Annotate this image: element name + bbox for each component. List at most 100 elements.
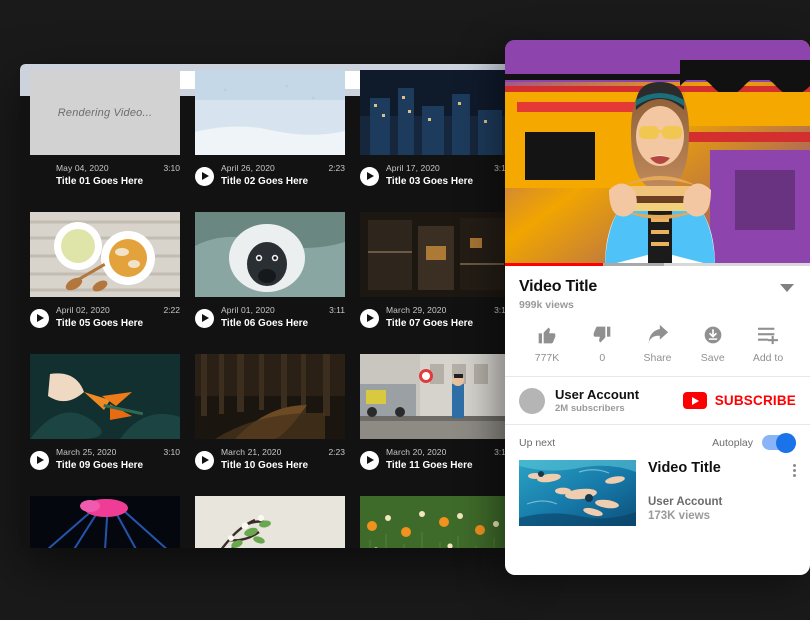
video-card-text: March 21, 2020 2:23 Title 10 Goes Here	[221, 447, 345, 471]
video-card-text: April 02, 2020 2:22 Title 05 Goes Here	[56, 305, 180, 329]
up-next-thumbnail[interactable]	[519, 460, 636, 526]
save-action[interactable]: Save	[687, 323, 739, 364]
video-card-text: March 20, 2020 3:11 Title 11 Goes Here	[386, 447, 510, 471]
add-to-action[interactable]: Add to	[742, 323, 794, 364]
action-label: Add to	[752, 352, 784, 364]
video-views: 999k views	[519, 299, 574, 311]
video-card[interactable]: April 17, 2020 3:11 Title 03 Goes Here	[360, 70, 512, 187]
video-card-subline: April 02, 2020 2:22	[56, 305, 180, 315]
autoplay-label: Autoplay	[712, 436, 753, 449]
video-date: March 29, 2020	[386, 305, 447, 315]
video-card-meta: April 02, 2020 2:22 Title 05 Goes Here	[30, 305, 180, 329]
video-card-text: April 17, 2020 3:11 Title 03 Goes Here	[386, 163, 510, 187]
video-card-title: Title 10 Goes Here	[221, 460, 309, 471]
video-card[interactable]: April 26, 2020 2:23 Title 02 Goes Here	[195, 70, 360, 187]
autoplay-control: Autoplay	[712, 432, 796, 453]
video-thumbnail[interactable]	[360, 496, 510, 548]
video-card-text: March 29, 2020 3:11 Title 07 Goes Here	[386, 305, 510, 329]
video-card-title: Title 06 Goes Here	[221, 318, 309, 329]
play-icon[interactable]	[30, 451, 49, 470]
save-icon	[703, 323, 723, 347]
video-thumbnail[interactable]	[195, 496, 345, 548]
video-thumbnail[interactable]	[195, 212, 345, 297]
video-card-meta: April 17, 2020 3:11 Title 03 Goes Here	[360, 163, 510, 187]
video-card[interactable]	[30, 496, 195, 548]
chevron-down-icon[interactable]	[780, 284, 794, 292]
video-thumbnail[interactable]	[30, 212, 180, 297]
video-card[interactable]: April 02, 2020 2:22 Title 05 Goes Here	[30, 212, 195, 329]
youtube-play-icon	[682, 392, 707, 409]
thumbs-up-icon	[537, 323, 557, 347]
video-thumbnail[interactable]	[360, 212, 510, 297]
play-icon[interactable]	[195, 451, 214, 470]
play-icon[interactable]	[195, 167, 214, 186]
action-label: Save	[700, 352, 725, 364]
video-thumbnail[interactable]: Rendering Video...	[30, 70, 180, 155]
play-icon[interactable]	[30, 309, 49, 328]
video-card[interactable]: Rendering Video... May 04, 2020 3:10 Title …	[30, 70, 195, 187]
video-date: April 26, 2020	[221, 163, 275, 173]
video-player[interactable]	[505, 40, 810, 266]
video-thumbnail[interactable]	[30, 496, 180, 548]
video-card-meta: March 20, 2020 3:11 Title 11 Goes Here	[360, 447, 510, 471]
video-card-meta: March 25, 2020 3:10 Title 09 Goes Here	[30, 447, 180, 471]
video-card-text: May 04, 2020 3:10 Title 01 Goes Here	[56, 163, 180, 187]
avatar[interactable]	[519, 387, 545, 414]
video-title: Video Title	[519, 278, 598, 295]
video-card-subline: April 26, 2020 2:23	[221, 163, 345, 173]
thumbs-down-icon	[592, 323, 612, 347]
video-card-text: April 26, 2020 2:23 Title 02 Goes Here	[221, 163, 345, 187]
share-action[interactable]: Share	[632, 323, 684, 364]
video-grid: Rendering Video... May 04, 2020 3:10 Title …	[30, 70, 512, 548]
video-card-subline: April 01, 2020 3:11	[221, 305, 345, 315]
video-card[interactable]: March 21, 2020 2:23 Title 10 Goes Here	[195, 354, 360, 471]
up-next-item[interactable]: Video Title User Account 173K views	[505, 456, 810, 526]
play-icon[interactable]	[360, 167, 379, 186]
screenshot-stage: Rendering Video... May 04, 2020 3:10 Title …	[0, 0, 810, 620]
video-card-title: Title 09 Goes Here	[56, 460, 144, 471]
up-next-channel: User Account	[648, 496, 723, 508]
video-card[interactable]: April 01, 2020 3:11 Title 06 Goes Here	[195, 212, 360, 329]
video-date: April 01, 2020	[221, 305, 275, 315]
video-duration: 3:10	[163, 447, 180, 457]
video-card[interactable]	[195, 496, 360, 548]
video-card[interactable]	[360, 496, 512, 548]
channel-info: User Account 2M subscribers	[555, 387, 683, 414]
video-card-subline: March 25, 2020 3:10	[56, 447, 180, 457]
video-card[interactable]: March 29, 2020 3:11 Title 07 Goes Here	[360, 212, 512, 329]
video-card-title: Title 05 Goes Here	[56, 318, 144, 329]
video-poster-image	[505, 40, 810, 266]
video-card-meta: April 01, 2020 3:11 Title 06 Goes Here	[195, 305, 345, 329]
thumbs-up-action[interactable]: 777K	[521, 323, 573, 364]
video-thumbnail[interactable]	[195, 70, 345, 155]
video-thumbnail[interactable]	[30, 354, 180, 439]
kebab-menu-icon[interactable]	[793, 464, 796, 477]
channel-name: User Account	[555, 387, 640, 402]
thumbs-down-action[interactable]: 0	[576, 323, 628, 364]
play-icon[interactable]	[360, 309, 379, 328]
play-icon[interactable]	[360, 451, 379, 470]
video-card-title: Title 01 Goes Here	[56, 176, 144, 187]
video-card-title: Title 07 Goes Here	[386, 318, 474, 329]
video-thumbnail[interactable]	[195, 354, 345, 439]
browser-content: Rendering Video... May 04, 2020 3:10 Title …	[20, 70, 512, 548]
swimmers-underwater-image	[519, 460, 636, 526]
video-thumbnail[interactable]	[360, 354, 510, 439]
play-icon[interactable]	[195, 309, 214, 328]
up-next-title: Video Title	[648, 460, 721, 476]
video-thumbnail[interactable]	[360, 70, 510, 155]
action-label: 0	[599, 352, 606, 364]
video-card[interactable]: March 20, 2020 3:11 Title 11 Goes Here	[360, 354, 512, 471]
video-action-bar: 777K 0 Share Save Add to	[505, 319, 810, 377]
video-date: April 17, 2020	[386, 163, 440, 173]
video-card-text: April 01, 2020 3:11 Title 06 Goes Here	[221, 305, 345, 329]
subscribe-button[interactable]: SUBSCRIBE	[682, 392, 796, 409]
toggle-knob	[776, 432, 796, 453]
video-date: May 04, 2020	[56, 163, 109, 173]
video-card[interactable]: March 25, 2020 3:10 Title 09 Goes Here	[30, 354, 195, 471]
rendering-status-label: Rendering Video...	[57, 106, 153, 119]
video-card-meta: March 21, 2020 2:23 Title 10 Goes Here	[195, 447, 345, 471]
video-date: March 20, 2020	[386, 447, 447, 457]
autoplay-toggle[interactable]	[762, 432, 796, 453]
action-label: 777K	[534, 352, 560, 364]
